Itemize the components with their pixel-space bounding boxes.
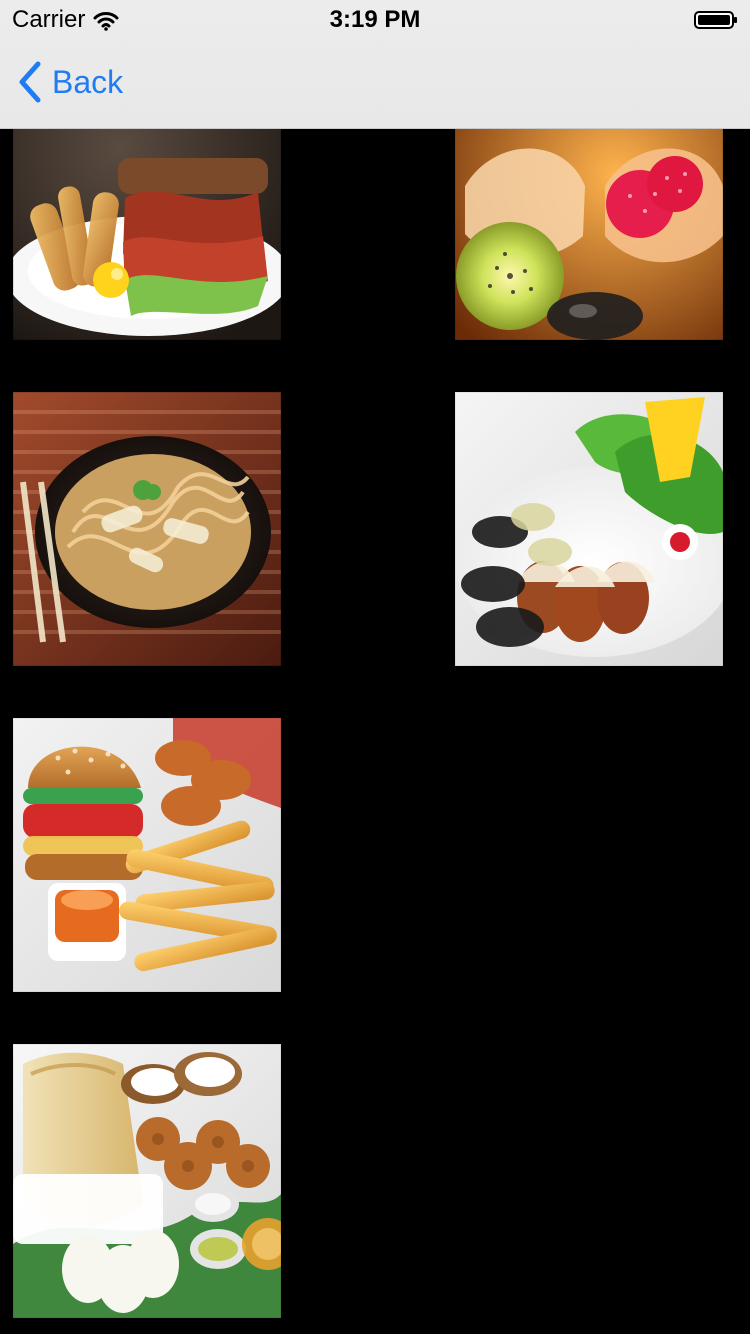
back-label: Back: [52, 64, 124, 100]
top-bar: Carrier 3:19 PM Back: [0, 0, 750, 129]
battery-icon: [694, 10, 738, 30]
status-carrier: Carrier: [12, 6, 119, 34]
back-button[interactable]: Back: [16, 60, 123, 104]
tile-image-6[interactable]: [13, 1044, 281, 1318]
food-image-grid: [0, 66, 750, 1334]
status-time: 3:19 PM: [329, 6, 421, 33]
status-bar: Carrier 3:19 PM: [0, 0, 750, 40]
burger-fries-nuggets-image: [13, 718, 281, 992]
chevron-left-icon: [16, 60, 42, 104]
tile-image-5[interactable]: [13, 718, 281, 992]
wifi-icon: [93, 10, 119, 31]
carrier-label: Carrier: [12, 6, 86, 33]
noodles-plate-image: [13, 392, 281, 666]
navigation-bar: Back: [0, 40, 750, 128]
dosa-idli-vada-image: [13, 1044, 281, 1318]
tile-image-4[interactable]: [455, 392, 723, 666]
tile-image-3[interactable]: [13, 392, 281, 666]
meatballs-salad-plate-image: [455, 392, 723, 666]
